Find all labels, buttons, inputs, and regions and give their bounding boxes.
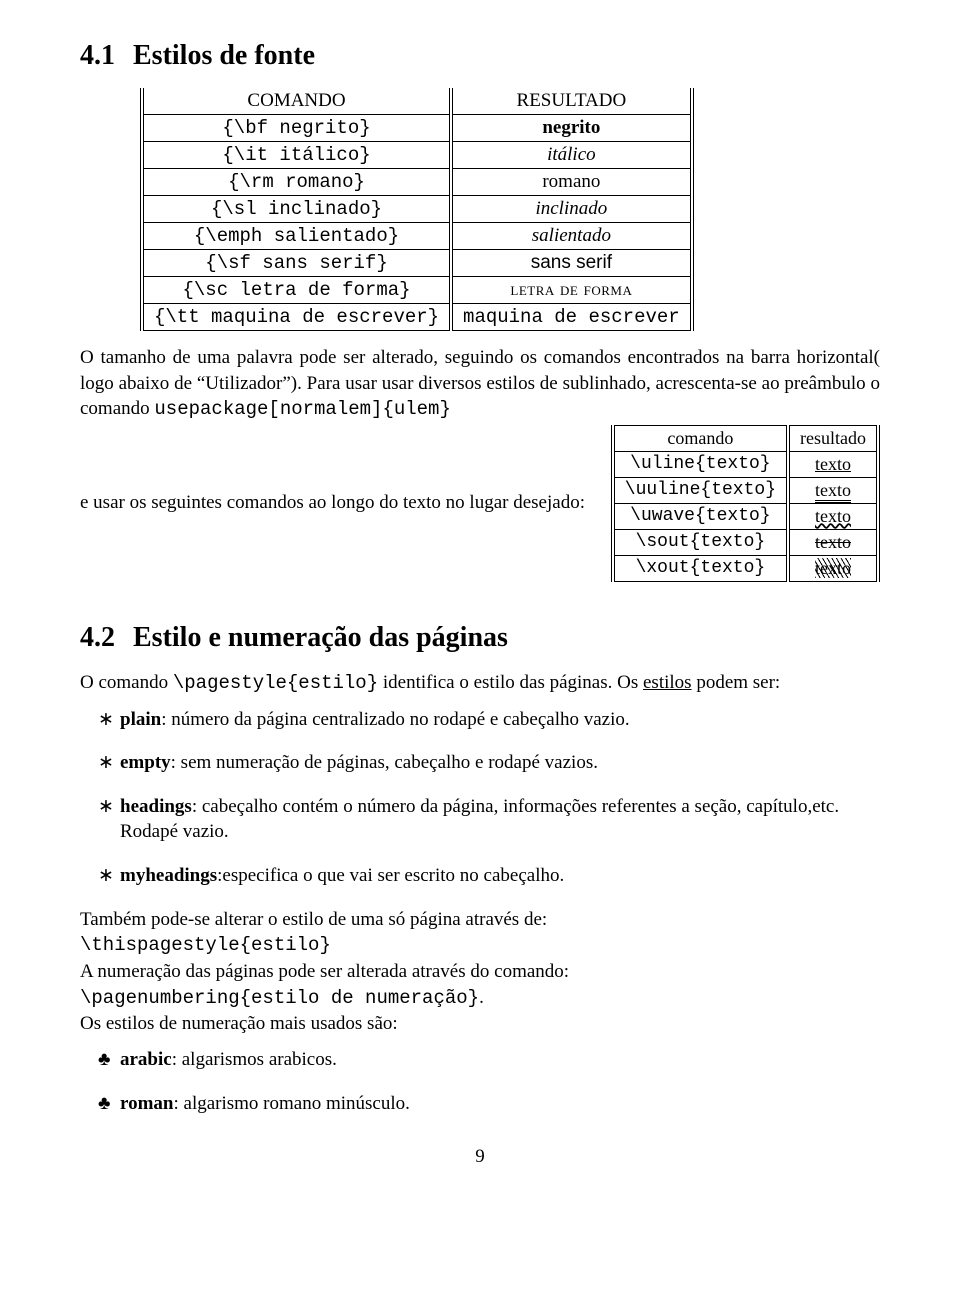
section-4-2-heading: 4.2 Estilo e numeração das páginas [80, 622, 880, 654]
code-inline: usepackage[normalem]{ulem} [154, 398, 450, 420]
item-name: roman [120, 1093, 173, 1114]
list-item: roman: algarismo romano minúsculo. [120, 1091, 880, 1117]
cell-result: romano [451, 169, 692, 196]
cell-cmd: {\bf negrito} [142, 115, 451, 142]
cell-cmd: \uuline{texto} [613, 477, 788, 503]
text-underlined: estilos [643, 672, 692, 693]
section-number: 4.2 [80, 622, 115, 653]
text: texto [815, 506, 851, 526]
table-header-row: comandoresultado [613, 425, 878, 451]
table-row: {\it itálico}itálico [142, 142, 692, 169]
text: podem ser: [692, 672, 781, 693]
col-header-resultado: resultado [788, 425, 878, 451]
font-styles-table: COMANDO RESULTADO {\bf negrito}negrito {… [140, 88, 694, 331]
table-row: \uwave{texto} texto [613, 503, 878, 529]
cell-result: texto [788, 477, 878, 503]
text: texto [815, 454, 851, 474]
item-name: headings [120, 796, 192, 817]
item-desc: : cabeçalho contém o número da página, i… [120, 796, 839, 843]
text: Os estilos de numeração mais usados são: [80, 1013, 398, 1034]
section-number: 4.1 [80, 40, 115, 71]
cell-cmd: {\it itálico} [142, 142, 451, 169]
page-number: 9 [80, 1146, 880, 1168]
table-row: {\emph salientado}salientado [142, 223, 692, 250]
paragraph-pagestyle: O comando \pagestyle{estilo} identifica … [80, 670, 880, 697]
cell-result: itálico [451, 142, 692, 169]
cell-result: texto [788, 529, 878, 555]
cell-result: letra de forma [451, 277, 692, 304]
cell-result: texto [788, 451, 878, 477]
cell-result: inclinado [451, 196, 692, 223]
table-row: {\rm romano}romano [142, 169, 692, 196]
code-inline: \pagenumbering{estilo de numeração} [80, 987, 479, 1009]
table-row: {\bf negrito}negrito [142, 115, 692, 142]
item-desc: : número da página centralizado no rodap… [161, 709, 629, 730]
text: Também pode-se alterar o estilo de uma s… [80, 909, 547, 930]
list-item: plain: número da página centralizado no … [120, 707, 880, 733]
cell-cmd: \uwave{texto} [613, 503, 788, 529]
col-header-resultado: RESULTADO [451, 88, 692, 115]
list-item: myheadings:especifica o que vai ser escr… [120, 863, 880, 889]
cell-cmd: {\emph salientado} [142, 223, 451, 250]
table-row: {\sc letra de forma}letra de forma [142, 277, 692, 304]
numbering-styles-list: arabic: algarismos arabicos. roman: alga… [80, 1047, 880, 1116]
text: identifica o estilo das páginas. Os [378, 672, 643, 693]
cell-result: salientado [451, 223, 692, 250]
code-inline: \pagestyle{estilo} [173, 672, 378, 694]
code-inline: \thispagestyle{estilo} [80, 934, 331, 956]
text: texto [815, 558, 851, 578]
paragraph-font-size: O tamanho de uma palavra pode ser altera… [80, 345, 880, 423]
table-row: {\tt maquina de escrever}maquina de escr… [142, 304, 692, 331]
list-item: arabic: algarismos arabicos. [120, 1047, 880, 1073]
cell-cmd: \xout{texto} [613, 555, 788, 581]
text: A numeração das páginas pode ser alterad… [80, 961, 569, 982]
section-4-1-heading: 4.1 Estilos de fonte [80, 40, 880, 72]
section-title: Estilo e numeração das páginas [133, 622, 508, 653]
cell-result: texto [788, 555, 878, 581]
list-item: headings: cabeçalho contém o número da p… [120, 794, 880, 845]
cell-cmd: {\sc letra de forma} [142, 277, 451, 304]
text: texto [815, 532, 851, 552]
table-row: \uline{texto} texto [613, 451, 878, 477]
underline-styles-table: comandoresultado \uline{texto} texto \uul… [611, 425, 880, 582]
text: . [479, 987, 484, 1008]
list-item: empty: sem numeração de páginas, cabeçal… [120, 750, 880, 776]
styles-list: plain: número da página centralizado no … [80, 707, 880, 889]
table-row: \uuline{texto} texto [613, 477, 878, 503]
item-desc: : algarismo romano minúsculo. [173, 1093, 409, 1114]
table-header-row: COMANDO RESULTADO [142, 88, 692, 115]
item-name: plain [120, 709, 161, 730]
cell-result: texto [788, 503, 878, 529]
table-row: \xout{texto} texto [613, 555, 878, 581]
cell-cmd: {\rm romano} [142, 169, 451, 196]
section-title: Estilos de fonte [133, 40, 315, 71]
table-row: {\sf sans serif}sans serif [142, 250, 692, 277]
item-name: myheadings [120, 865, 217, 886]
item-name: empty [120, 752, 171, 773]
table-row: {\sl inclinado}inclinado [142, 196, 692, 223]
cell-cmd: \sout{texto} [613, 529, 788, 555]
cell-cmd: {\sl inclinado} [142, 196, 451, 223]
text: O comando [80, 672, 173, 693]
item-desc: : sem numeração de páginas, cabeçalho e … [171, 752, 598, 773]
inline-table-block: e usar os seguintes comandos ao longo do… [80, 425, 880, 582]
col-header-comando: COMANDO [142, 88, 451, 115]
cell-cmd: \uline{texto} [613, 451, 788, 477]
item-desc: :especifica o que vai ser escrito no cab… [217, 865, 564, 886]
cell-result: negrito [451, 115, 692, 142]
cell-cmd: {\tt maquina de escrever} [142, 304, 451, 331]
item-desc: : algarismos arabicos. [172, 1049, 337, 1070]
cell-result: sans serif [451, 250, 692, 277]
item-name: arabic [120, 1049, 172, 1070]
cell-result: maquina de escrever [451, 304, 692, 331]
text: texto [815, 480, 851, 503]
paragraph-thispagestyle: Também pode-se alterar o estilo de uma s… [80, 907, 880, 1037]
lead-text: e usar os seguintes comandos ao longo do… [80, 492, 605, 514]
table-row: \sout{texto} texto [613, 529, 878, 555]
cell-cmd: {\sf sans serif} [142, 250, 451, 277]
col-header-comando: comando [613, 425, 788, 451]
